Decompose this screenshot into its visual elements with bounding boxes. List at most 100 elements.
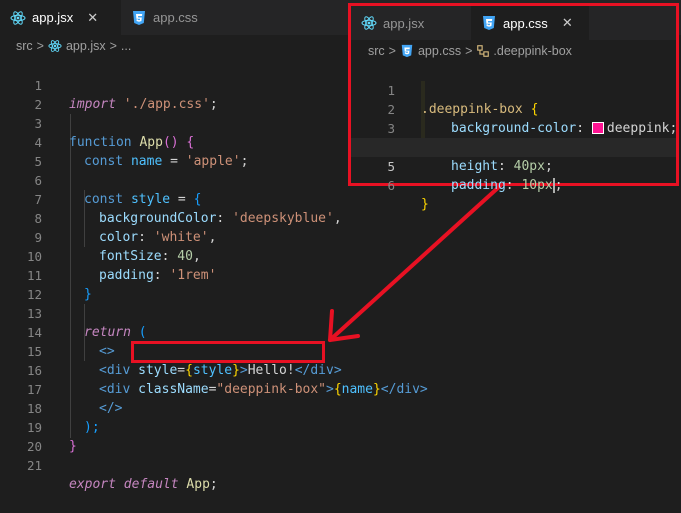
jsx-tag: </div> — [294, 363, 342, 378]
property: backgroundColor — [99, 211, 217, 226]
css-value: 10px — [521, 178, 553, 193]
line-number: 6 — [387, 178, 395, 193]
punctuation: } — [372, 382, 381, 397]
keyword: return — [84, 325, 131, 340]
close-icon[interactable]: ✕ — [87, 10, 98, 26]
operator: = — [177, 363, 186, 378]
code-line: 14 <> — [0, 304, 115, 359]
string: 'apple' — [185, 154, 241, 169]
chevron-right-icon: > — [109, 39, 117, 53]
tab-app-jsx[interactable]: app.jsx ✕ — [0, 0, 121, 35]
code-line: 16 <div className="deeppink-box">{name}<… — [0, 342, 428, 397]
code-line: 6 const style = { — [0, 152, 201, 207]
keyword: default — [123, 477, 179, 492]
line-number: 21 — [26, 458, 42, 473]
react-icon — [48, 40, 62, 52]
number: 40 — [177, 249, 193, 264]
code-line: 21 export default App; — [0, 437, 218, 492]
tab-app-css[interactable]: app.css — [121, 0, 231, 35]
keyword: const — [84, 154, 124, 169]
function-name: App — [186, 477, 210, 492]
react-icon — [10, 10, 26, 25]
punctuation: : — [138, 230, 154, 245]
jsx-tag: </div> — [380, 382, 428, 397]
tab-label: app.css — [153, 10, 198, 25]
breadcrumb-symbol[interactable]: .deeppink-box — [493, 44, 572, 58]
keyword: export — [69, 477, 116, 492]
code-line: 12 — [0, 266, 42, 302]
tab-label: app.jsx — [383, 15, 425, 31]
jsx-tag: <div — [99, 382, 131, 397]
punctuation: : — [216, 211, 233, 226]
chevron-right-icon: > — [388, 44, 396, 58]
tab-app-jsx[interactable]: app.jsx — [351, 6, 471, 40]
css-icon — [133, 10, 145, 25]
punctuation: : — [153, 268, 170, 283]
breadcrumb-file[interactable]: app.jsx — [66, 39, 106, 53]
code-line: 18 ); — [0, 380, 100, 435]
breadcrumb-src[interactable]: src — [368, 44, 385, 58]
css-icon — [483, 16, 495, 30]
react-icon — [361, 16, 377, 30]
tab-label: app.jsx — [32, 10, 74, 25]
punctuation: : — [161, 249, 178, 264]
code-line: 2 — [0, 76, 42, 112]
keyword: const — [84, 192, 124, 207]
code-line: 8 color: 'white', — [0, 190, 216, 245]
breadcrumb-more[interactable]: ... — [121, 39, 131, 53]
tab-label: app.css — [503, 15, 548, 31]
code-line: 19 } — [0, 399, 77, 454]
jsx-attribute: style — [138, 363, 178, 378]
code-editor[interactable]: 1 .deeppink-box { 2 background-color: de… — [351, 62, 677, 212]
indent-guide — [70, 114, 71, 438]
code-line: 1 .deeppink-box { — [351, 62, 676, 117]
tab-app-css[interactable]: app.css ✕ — [471, 6, 589, 40]
string: '1rem' — [169, 268, 217, 283]
css-property: padding — [451, 178, 506, 193]
variable: name — [130, 154, 163, 169]
operator: = — [162, 154, 186, 169]
jsx-attribute: className — [138, 382, 209, 397]
breadcrumb-src[interactable]: src — [16, 39, 33, 53]
punctuation: ; — [209, 97, 218, 112]
code-line: 7 backgroundColor: 'deepskyblue', — [0, 171, 341, 226]
punctuation: ; — [554, 178, 563, 193]
jsx-fragment: </> — [99, 401, 123, 416]
string: 'white' — [153, 230, 209, 245]
punctuation: , — [192, 249, 201, 264]
css-icon — [401, 44, 413, 58]
string: "deeppink-box" — [216, 382, 326, 397]
code-line: 4 height: 40px; — [351, 119, 676, 174]
code-line: 20 — [0, 418, 42, 454]
punctuation: ; — [240, 154, 249, 169]
punctuation: } — [84, 287, 92, 302]
property: fontSize — [99, 249, 162, 264]
operator: = — [170, 192, 194, 207]
punctuation: ; — [209, 477, 218, 492]
code-line: 17 </> — [0, 361, 123, 416]
variable: style — [192, 363, 233, 378]
code-line: 10 padding: '1rem' — [0, 228, 216, 283]
code-line-current: 5 padding: 10px; — [351, 138, 676, 193]
punctuation: : — [505, 178, 522, 193]
code-line: 5 — [0, 133, 42, 169]
variable: name — [341, 382, 373, 397]
string: './app.css' — [123, 97, 210, 112]
punctuation: ( — [138, 325, 147, 340]
punctuation: } — [69, 439, 77, 454]
punctuation: { — [185, 363, 193, 378]
keyword: import — [69, 97, 116, 112]
punctuation: () — [162, 135, 179, 150]
punctuation: { — [193, 192, 202, 207]
code-line: 11 } — [0, 247, 92, 302]
close-icon[interactable]: ✕ — [562, 15, 573, 31]
overlay-tab-bar: app.jsx app.css ✕ — [351, 6, 676, 40]
code-line: 1 import './app.css'; — [0, 57, 217, 112]
chevron-right-icon: > — [36, 39, 44, 53]
breadcrumb-file[interactable]: app.css — [418, 44, 461, 58]
code-line: 3 width: 100px; — [351, 100, 676, 155]
annotation-highlight-box — [131, 341, 325, 363]
code-line: 4 const name = 'apple'; — [0, 114, 248, 169]
property: color — [99, 230, 139, 245]
function-name: App — [139, 135, 163, 150]
